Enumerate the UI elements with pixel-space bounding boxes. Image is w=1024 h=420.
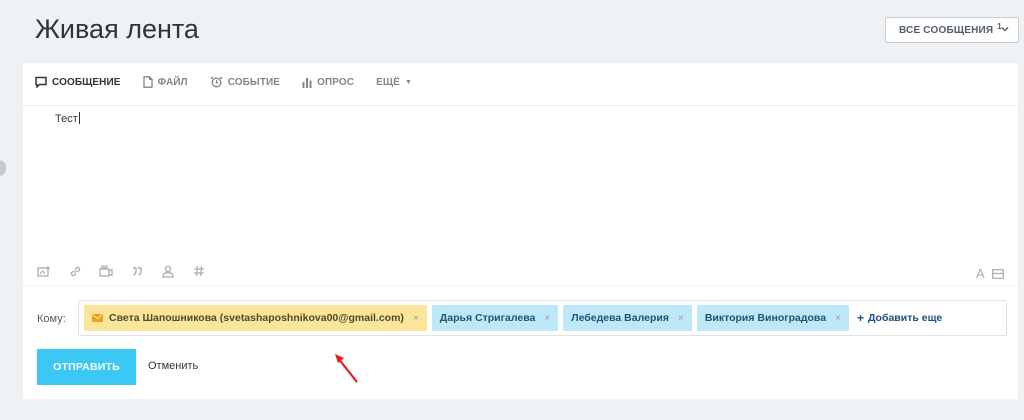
page-title: Живая лента bbox=[35, 14, 199, 44]
recipient-name: Света Шапошникова (svetashaposhnikova00@… bbox=[109, 312, 404, 324]
tab-poll-label: ОПРОС bbox=[317, 76, 355, 88]
remove-recipient-icon[interactable]: × bbox=[835, 313, 841, 324]
tab-message[interactable]: СООБЩЕНИЕ bbox=[35, 76, 121, 88]
cancel-button[interactable]: Отменить bbox=[148, 360, 198, 372]
quote-icon[interactable] bbox=[130, 264, 144, 278]
poll-icon bbox=[302, 77, 312, 88]
filter-messages-button[interactable]: ВСЕ СООБЩЕНИЯ 1 bbox=[885, 17, 1019, 43]
hashtag-icon[interactable] bbox=[192, 264, 206, 278]
recipient-chip[interactable]: Виктория Виноградова × bbox=[696, 305, 849, 331]
image-upload-icon[interactable] bbox=[37, 264, 51, 278]
link-icon[interactable] bbox=[68, 264, 82, 278]
editor-toolbar bbox=[37, 264, 223, 278]
recipients-label: Кому: bbox=[37, 313, 66, 325]
message-editor[interactable]: Тест bbox=[55, 112, 80, 125]
message-icon bbox=[35, 76, 47, 88]
remove-recipient-icon[interactable]: × bbox=[413, 313, 419, 324]
remove-recipient-icon[interactable]: × bbox=[544, 313, 550, 324]
panel-layout-icon[interactable] bbox=[992, 269, 1004, 279]
post-composer: СООБЩЕНИЕ ФАЙЛ СОБЫТИЕ ОПРОС ЕЩЁ ▼ Тест bbox=[23, 63, 1018, 399]
text-format-button[interactable]: A bbox=[976, 266, 985, 281]
remove-recipient-icon[interactable]: × bbox=[678, 313, 684, 324]
tab-event[interactable]: СОБЫТИЕ bbox=[210, 76, 280, 88]
mention-user-icon[interactable] bbox=[161, 264, 175, 278]
tab-file[interactable]: ФАЙЛ bbox=[142, 76, 188, 88]
filter-label: ВСЕ СООБЩЕНИЯ bbox=[899, 24, 994, 36]
chevron-down-icon bbox=[1001, 27, 1009, 32]
recipient-chip[interactable]: Дарья Стригалева × bbox=[431, 305, 559, 331]
recipients-divider bbox=[23, 285, 1018, 286]
plus-icon: + bbox=[856, 311, 864, 325]
composer-tabs: СООБЩЕНИЕ ФАЙЛ СОБЫТИЕ ОПРОС ЕЩЁ ▼ bbox=[35, 75, 434, 89]
text-cursor bbox=[78, 112, 80, 124]
tabs-divider bbox=[23, 105, 1018, 106]
tab-file-label: ФАЙЛ bbox=[157, 76, 188, 88]
tab-message-label: СООБЩЕНИЕ bbox=[52, 76, 121, 88]
add-more-recipients-link[interactable]: + Добавить еще bbox=[857, 311, 942, 325]
add-more-label: Добавить еще bbox=[867, 312, 943, 324]
annotation-arrow-icon bbox=[335, 354, 358, 383]
send-button[interactable]: ОТПРАВИТЬ bbox=[37, 349, 136, 385]
tab-more-label: ЕЩЁ bbox=[376, 76, 400, 88]
file-icon bbox=[142, 76, 153, 88]
recipient-name: Лебедева Валерия bbox=[571, 312, 669, 324]
tab-poll[interactable]: ОПРОС bbox=[302, 77, 354, 88]
recipient-chip[interactable]: Лебедева Валерия × bbox=[563, 305, 692, 331]
recipient-name: Виктория Виноградова bbox=[704, 312, 827, 324]
tab-more[interactable]: ЕЩЁ ▼ bbox=[376, 77, 412, 88]
caret-down-icon: ▼ bbox=[404, 78, 412, 86]
side-panel-handle[interactable] bbox=[0, 160, 6, 176]
recipient-chip-email[interactable]: Света Шапошникова (svetashaposhnikova00@… bbox=[84, 305, 427, 331]
recipient-name: Дарья Стригалева bbox=[439, 312, 536, 324]
video-icon[interactable] bbox=[99, 264, 113, 278]
tab-event-label: СОБЫТИЕ bbox=[227, 76, 281, 88]
alarm-clock-icon bbox=[210, 76, 223, 88]
recipients-field[interactable]: Света Шапошникова (svetashaposhnikova00@… bbox=[78, 300, 1007, 336]
envelope-icon bbox=[92, 314, 103, 322]
message-text: Тест bbox=[55, 113, 78, 125]
